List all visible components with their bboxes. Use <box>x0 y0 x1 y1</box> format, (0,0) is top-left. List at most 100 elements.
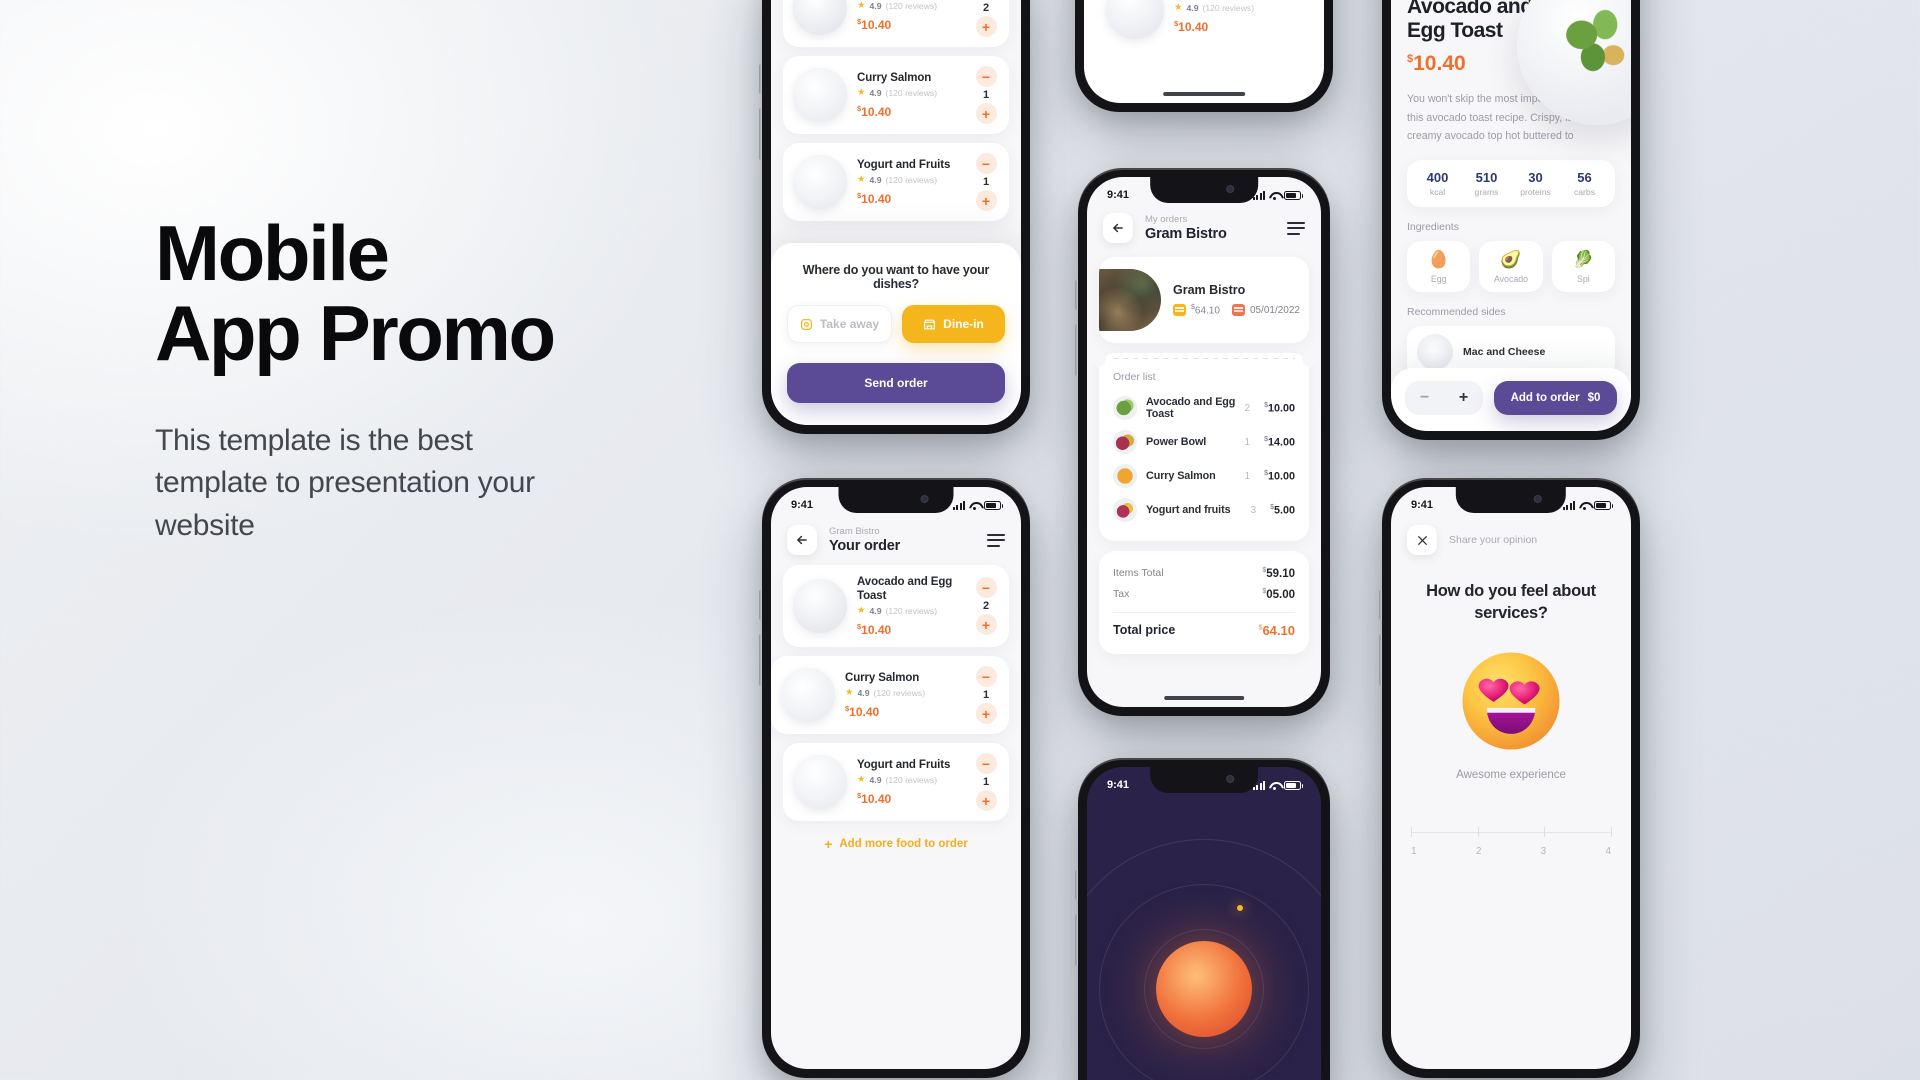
hero-section: Mobile App Promo This template is the be… <box>155 214 715 548</box>
ingredient-item[interactable]: 🥑 Avocado <box>1479 240 1543 292</box>
list-item[interactable]: Curry Salmon ★ 4.9 (120 reviews) $10.40 … <box>783 56 1009 134</box>
list-item: Avocado and Egg Toast 2 $10.00 <box>1113 391 1295 425</box>
ingredient-item[interactable]: 🥚 Egg <box>1407 240 1471 292</box>
ingredient-item[interactable]: 🥬 Spi <box>1551 240 1615 292</box>
total-amount: 05.00 <box>1266 588 1295 601</box>
decrease-button[interactable]: − <box>975 666 997 688</box>
menu-card-list: Vegetable Salad ★ 4.9 (120 reviews) $10.… <box>1084 0 1324 51</box>
quantity-stepper[interactable]: − 1 + <box>973 753 999 812</box>
order-list-card: Order list Avocado and Egg Toast 2 $10.0… <box>1092 352 1316 541</box>
add-to-order-button[interactable]: Add to order $0 <box>1494 381 1617 415</box>
list-item[interactable]: Vegetable Salad ★ 4.9 (120 reviews) $10.… <box>1096 0 1312 49</box>
status-icons <box>952 500 1003 510</box>
increase-button[interactable]: + <box>975 103 997 124</box>
food-thumbnail <box>793 0 847 35</box>
feedback-question: How do you feel about services? <box>1419 581 1603 625</box>
add-to-order-price: $0 <box>1587 392 1601 404</box>
order-list-label: Order list <box>1113 371 1156 383</box>
camera-icon <box>920 495 929 503</box>
table-row: Items Total $59.10 <box>1113 563 1295 584</box>
feedback-caption: Awesome experience <box>1456 768 1566 781</box>
close-button[interactable] <box>1407 525 1437 555</box>
food-thumbnail <box>1106 0 1164 39</box>
review-count: (120 reviews) <box>885 88 938 98</box>
quantity-stepper[interactable]: − 1 + <box>973 153 999 211</box>
quantity-stepper[interactable]: − + <box>1405 381 1483 415</box>
scale-tick <box>1611 826 1612 837</box>
scale-number[interactable]: 3 <box>1541 846 1547 857</box>
grand-total-value: $64.10 <box>1258 622 1295 638</box>
increase-button[interactable]: + <box>975 703 997 725</box>
rating-scale[interactable]: 1 2 3 4 <box>1411 826 1612 857</box>
dish-title-line-1: Avocado and <box>1407 0 1533 18</box>
decrease-button[interactable]: − <box>975 153 997 174</box>
restaurant-card[interactable]: Gram Bistro $64.10 05/01/2022 <box>1099 257 1309 343</box>
takeaway-option[interactable]: Take away <box>787 305 892 343</box>
menu-icon[interactable] <box>1287 221 1305 235</box>
increase-button[interactable]: + <box>975 16 997 37</box>
food-thumbnail <box>793 755 847 810</box>
send-order-button[interactable]: Send order <box>787 363 1005 403</box>
perforation-line <box>1113 358 1295 359</box>
increase-button[interactable]: + <box>1459 389 1468 407</box>
arrow-left-icon <box>797 535 807 545</box>
star-icon: ★ <box>857 774 866 786</box>
scale-number[interactable]: 1 <box>1411 846 1417 857</box>
food-info: Yogurt and Fruits ★ 4.9 (120 reviews) $1… <box>857 158 963 206</box>
sheet-question: Where do you want to have your dishes? <box>802 263 990 291</box>
star-icon: ★ <box>857 605 866 617</box>
page-heading: Your order <box>829 537 901 554</box>
dinein-option[interactable]: Dine-in <box>902 305 1005 343</box>
order-card-list: Toast ★ 4.9 (120 reviews) $10.40 − 2 + <box>771 0 1021 223</box>
item-price: $5.00 <box>1270 503 1295 517</box>
quantity-stepper[interactable]: − 2 + <box>973 0 999 37</box>
food-info: Vegetable Salad ★ 4.9 (120 reviews) $10.… <box>1174 0 1302 34</box>
sides-label: Recommended sides <box>1407 305 1506 318</box>
menu-icon[interactable] <box>987 533 1005 547</box>
heart-eyes-emoji-icon <box>1462 651 1560 750</box>
decrease-button[interactable]: − <box>975 577 997 599</box>
back-button[interactable] <box>1103 213 1133 243</box>
decrease-button[interactable]: − <box>975 753 997 775</box>
order-total-chip: $64.10 <box>1173 304 1220 317</box>
macro-value: 510 <box>1475 169 1498 185</box>
food-rating: ★ 4.9 (120 reviews) <box>857 606 963 616</box>
phone-screen: 9:41 My orders Gram Bistro Gram Bistro $… <box>1087 177 1321 707</box>
scale-number[interactable]: 2 <box>1476 846 1482 857</box>
list-item[interactable]: Toast ★ 4.9 (120 reviews) $10.40 − 2 + <box>783 0 1009 47</box>
item-price-value: 10.00 <box>1267 402 1295 415</box>
increase-button[interactable]: + <box>975 614 997 636</box>
list-item[interactable]: Yogurt and Fruits ★ 4.9 (120 reviews) $1… <box>783 743 1009 822</box>
phone-screen: 9:41 <box>1087 767 1321 1080</box>
price-value: 10.40 <box>861 623 892 638</box>
food-rating: ★ 4.9 (120 reviews) <box>1174 3 1302 13</box>
add-more-food-button[interactable]: + Add more food to order <box>771 823 1021 859</box>
increase-button[interactable]: + <box>975 790 997 812</box>
food-thumbnail <box>793 579 847 634</box>
notch <box>1455 487 1567 513</box>
quantity-stepper[interactable]: − 1 + <box>973 666 999 725</box>
quantity-stepper[interactable]: − 1 + <box>973 66 999 124</box>
decrease-button[interactable]: − <box>1420 389 1429 407</box>
star-icon: ★ <box>845 687 854 699</box>
price-value: 10.40 <box>1178 20 1209 34</box>
scale-numbers: 1 2 3 4 <box>1411 846 1611 857</box>
scale-line <box>1411 831 1611 833</box>
rating-value: 4.9 <box>1186 3 1199 13</box>
increase-button[interactable]: + <box>975 190 997 211</box>
star-icon: ★ <box>1174 2 1183 14</box>
scale-number[interactable]: 4 <box>1605 846 1611 857</box>
food-rating: ★ 4.9 (120 reviews) <box>857 775 963 785</box>
wifi-icon <box>969 501 980 510</box>
ingredient-name: Avocado <box>1493 273 1529 284</box>
list-item[interactable]: Avocado and Egg Toast ★ 4.9 (120 reviews… <box>783 565 1009 648</box>
food-info: Curry Salmon ★ 4.9 (120 reviews) $10.40 <box>857 71 963 119</box>
quantity-stepper[interactable]: − 2 + <box>973 577 999 636</box>
list-item[interactable]: Curry Salmon ★ 4.9 (120 reviews) $10.40 … <box>771 656 1021 735</box>
list-item[interactable]: Yogurt and Fruits ★ 4.9 (120 reviews) $1… <box>783 143 1009 221</box>
side-name: Mac and Cheese <box>1463 345 1546 358</box>
decrease-button[interactable]: − <box>975 66 997 87</box>
back-button[interactable] <box>787 525 817 555</box>
rating-value: 4.9 <box>869 88 882 98</box>
grand-total-label: Total price <box>1113 623 1176 638</box>
